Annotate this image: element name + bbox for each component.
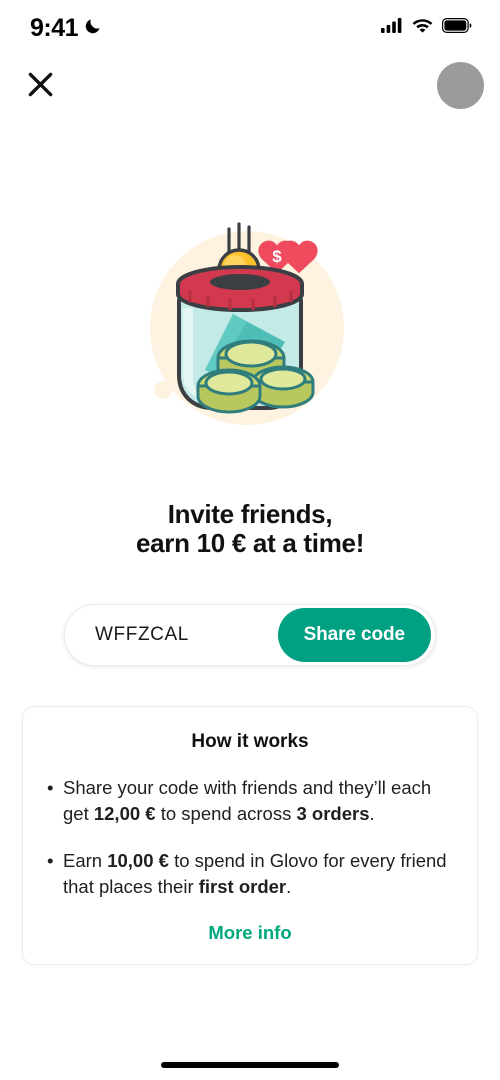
- status-bar-left: 9:41: [30, 14, 103, 43]
- moon-icon: [84, 16, 103, 40]
- referral-code-row[interactable]: WFFZCAL Share code: [64, 604, 436, 666]
- list-item: Share your code with friends and they’ll…: [45, 775, 455, 828]
- cellular-bars-icon: [381, 18, 403, 38]
- home-indicator[interactable]: [161, 1062, 339, 1068]
- how-it-works-title: How it works: [191, 731, 309, 752]
- close-icon: [28, 72, 53, 100]
- status-bar: 9:41: [0, 0, 500, 56]
- more-info-link[interactable]: More info: [45, 922, 455, 944]
- referral-code-value: WFFZCAL: [95, 624, 189, 645]
- how-it-works-bullets: Share your code with friends and they’ll…: [45, 775, 455, 900]
- page-title-line-1: Invite friends,: [167, 499, 333, 529]
- top-navigation-bar: [0, 60, 500, 116]
- status-bar-right: [381, 18, 472, 38]
- battery-full-icon: [442, 18, 472, 38]
- how-it-works-card: How it works Share your code with friend…: [22, 706, 478, 966]
- share-code-button[interactable]: Share code: [277, 608, 431, 662]
- close-button[interactable]: [18, 64, 62, 108]
- list-item: Earn 10,00 € to spend in Glovo for every…: [45, 848, 455, 901]
- money-jar-illustration: $: [135, 222, 365, 432]
- page-title-line-2: earn 10 € at a time!: [135, 528, 365, 559]
- avatar[interactable]: [437, 62, 484, 109]
- status-time: 9:41: [30, 13, 79, 42]
- svg-text:$: $: [272, 247, 282, 266]
- page-title: Invite friends, earn 10 € at a time!: [0, 499, 500, 559]
- referral-screen: 9:41 $ Invite friends, earn 10 € at a ti…: [0, 0, 500, 1080]
- wifi-icon: [412, 18, 433, 38]
